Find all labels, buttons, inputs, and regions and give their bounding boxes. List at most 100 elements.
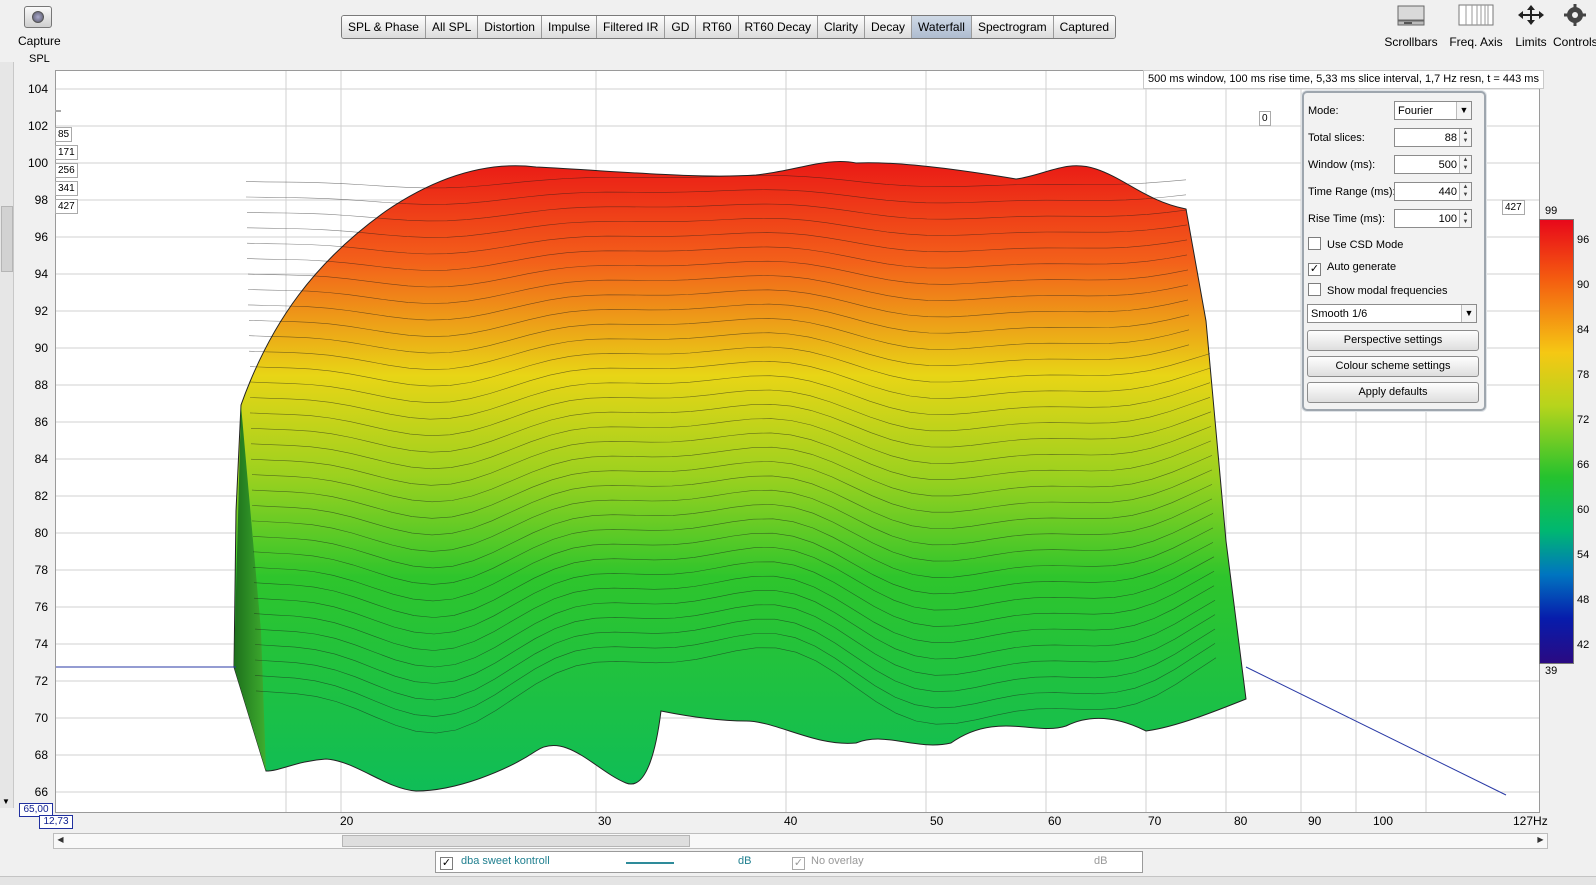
rise-time-field[interactable]: 100 ▲ ▼: [1394, 209, 1472, 228]
overlay-name[interactable]: No overlay: [811, 855, 864, 867]
time-range-field[interactable]: 440 ▲ ▼: [1394, 182, 1472, 201]
waterfall-info-banner: 500 ms window, 100 ms rise time, 5,33 ms…: [1143, 70, 1544, 89]
controls-label: Controls: [1553, 35, 1596, 49]
apply-defaults-button[interactable]: Apply defaults: [1307, 382, 1479, 403]
colour-scheme-settings-button[interactable]: Colour scheme settings: [1307, 356, 1479, 377]
y-tick-label: 66: [34, 785, 48, 799]
tab-spectrogram[interactable]: Spectrogram: [971, 16, 1054, 38]
checkbox-icon[interactable]: ✓: [792, 857, 805, 870]
chevron-down-icon[interactable]: ▼: [1461, 305, 1476, 322]
spinner-arrows-icon[interactable]: ▲ ▼: [1459, 210, 1471, 227]
x-tick-label: 60: [1048, 814, 1062, 828]
tab-all-spl[interactable]: All SPL: [425, 16, 479, 38]
smoothing-select[interactable]: Smooth 1/6 ▼: [1307, 304, 1477, 323]
colour-scale-tick: 78: [1577, 369, 1590, 381]
freq-axis-icon: [1458, 4, 1494, 26]
tab-impulse[interactable]: Impulse: [541, 16, 598, 38]
tab-filtered-ir[interactable]: Filtered IR: [597, 16, 666, 38]
show-modal-label: Show modal frequencies: [1327, 285, 1448, 297]
tab-clarity[interactable]: Clarity: [818, 16, 866, 38]
horizontal-scroll-thumb[interactable]: [342, 835, 690, 847]
capture-label: Capture: [18, 34, 61, 48]
slice-tag: 171: [55, 145, 78, 160]
checkbox-icon[interactable]: ✓: [1308, 263, 1321, 276]
y-tick-label: 68: [34, 748, 48, 762]
colour-scale-tick: 66: [1577, 459, 1590, 471]
slice-tag: 427: [55, 199, 78, 214]
spinner-arrows-icon[interactable]: ▲ ▼: [1459, 183, 1471, 200]
y-tick-label: 86: [34, 415, 48, 429]
colour-scale-tick: 54: [1577, 549, 1590, 561]
measurement-legend: ✓ dba sweet kontroll dB ✓ No overlay dB: [435, 851, 1143, 873]
use-csd-label: Use CSD Mode: [1327, 239, 1404, 251]
y-tick-label: 78: [34, 563, 48, 577]
perspective-settings-button[interactable]: Perspective settings: [1307, 330, 1479, 351]
total-slices-field[interactable]: 88 ▲ ▼: [1394, 128, 1472, 147]
freq-axis-label: Freq. Axis: [1449, 35, 1503, 49]
x-tick-label: 90: [1308, 814, 1322, 828]
tab-captured[interactable]: Captured: [1053, 16, 1116, 38]
horizontal-scrollbar[interactable]: ◀ ▶: [53, 833, 1548, 849]
x-tick-label: 100: [1373, 814, 1394, 828]
x-tick-label: 40: [784, 814, 798, 828]
freq-axis-button[interactable]: Freq. Axis: [1447, 4, 1505, 49]
y-tick-label: 96: [34, 230, 48, 244]
colour-scale-tick: 90: [1577, 279, 1590, 291]
tab-rt60-decay[interactable]: RT60 Decay: [738, 16, 818, 38]
tab-distortion[interactable]: Distortion: [478, 16, 542, 38]
limits-button[interactable]: Limits: [1511, 4, 1551, 49]
camera-icon: [24, 6, 52, 28]
checkbox-icon[interactable]: ✓: [440, 857, 453, 870]
tab-waterfall[interactable]: Waterfall: [912, 16, 972, 38]
slice-tag: 427: [1502, 200, 1525, 215]
y-tick-label: 104: [27, 82, 48, 96]
capture-button[interactable]: Capture: [18, 6, 61, 50]
x-tick-label: 20: [340, 814, 354, 828]
vertical-scrollbar[interactable]: ▼: [0, 62, 14, 808]
total-slices-label: Total slices:: [1308, 132, 1365, 144]
colour-scale-tick: 42: [1577, 639, 1590, 651]
colour-scale-tick: 72: [1577, 414, 1590, 426]
auto-generate-checkbox[interactable]: ✓ Auto generate: [1308, 260, 1397, 276]
y-tick-label: 82: [34, 489, 48, 503]
colour-scale-min: 39: [1545, 665, 1558, 677]
controls-button[interactable]: Controls: [1553, 4, 1596, 49]
tab-spl-phase[interactable]: SPL & Phase: [342, 16, 426, 38]
measurement-unit: dB: [738, 855, 752, 867]
scroll-left-arrow-icon[interactable]: ◀: [54, 834, 67, 846]
window-field[interactable]: 500 ▲ ▼: [1394, 155, 1472, 174]
mode-select[interactable]: Fourier ▼: [1394, 101, 1472, 120]
waterfall-surface: [233, 161, 1247, 792]
tab-rt60[interactable]: RT60: [696, 16, 739, 38]
waterfall-settings-panel: Mode: Fourier ▼ Total slices: 88 ▲ ▼ Wind…: [1302, 91, 1486, 411]
rise-time-label: Rise Time (ms):: [1308, 213, 1385, 225]
x-tick-label: 127Hz: [1513, 814, 1548, 828]
checkbox-icon[interactable]: [1308, 237, 1321, 250]
measurement-name[interactable]: dba sweet kontroll: [461, 855, 550, 867]
checkbox-icon[interactable]: [1308, 283, 1321, 296]
overlay-checkbox[interactable]: ✓: [792, 855, 811, 870]
vertical-scroll-thumb[interactable]: [1, 206, 13, 272]
tab-decay[interactable]: Decay: [865, 16, 913, 38]
auto-generate-label: Auto generate: [1327, 261, 1397, 273]
show-modal-checkbox[interactable]: Show modal frequencies: [1308, 283, 1447, 298]
scroll-down-arrow-icon[interactable]: ▼: [2, 797, 10, 806]
colour-scale-bar: [1539, 219, 1574, 664]
scroll-right-arrow-icon[interactable]: ▶: [1534, 834, 1547, 846]
window-label: Window (ms):: [1308, 159, 1376, 171]
chevron-down-icon[interactable]: ▼: [1456, 102, 1471, 119]
slice-tag: [55, 110, 61, 112]
slice-tag: 341: [55, 181, 78, 196]
window-value: 500: [1438, 159, 1457, 171]
x-min-value-box[interactable]: 12,73: [39, 815, 73, 829]
tab-gd[interactable]: GD: [665, 16, 697, 38]
use-csd-checkbox[interactable]: Use CSD Mode: [1308, 237, 1403, 252]
slice-tag: 85: [55, 127, 73, 142]
spinner-arrows-icon[interactable]: ▲ ▼: [1459, 129, 1471, 146]
scrollbars-icon: [1397, 5, 1425, 26]
right-floor-line: [1245, 666, 1507, 796]
scrollbars-button[interactable]: Scrollbars: [1383, 4, 1439, 49]
spinner-arrows-icon[interactable]: ▲ ▼: [1459, 156, 1471, 173]
x-tick-label: 30: [598, 814, 612, 828]
measurement-checkbox[interactable]: ✓: [440, 855, 459, 870]
